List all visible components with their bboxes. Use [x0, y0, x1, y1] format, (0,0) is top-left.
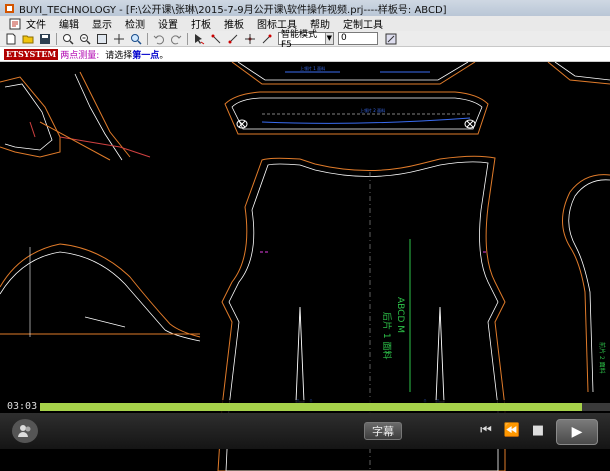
menu-edit[interactable]: 编辑	[59, 16, 79, 31]
menu-settings[interactable]: 设置	[158, 16, 178, 31]
chevron-down-icon[interactable]: ▼	[324, 33, 333, 44]
et-logo: ETSYSTEM	[4, 48, 59, 60]
measure-tool-icon[interactable]	[384, 32, 397, 45]
select-arrow-icon[interactable]	[192, 32, 205, 45]
pan-icon[interactable]	[112, 32, 125, 45]
prompt-emphasis: 第一点	[132, 50, 160, 61]
status-bar: ETSYSTEM 两点测量: 请选择 第一点 。	[0, 47, 610, 62]
prompt-text: 请选择	[105, 50, 133, 61]
menu-check[interactable]: 检测	[125, 16, 145, 31]
player-controls: 字幕 ⏮ ⏪ ■ ▶	[0, 413, 610, 449]
point-grade-icon[interactable]	[260, 32, 273, 45]
prompt-label: 两点测量:	[60, 50, 100, 61]
window-title: BUYI_TECHNOLOGY - [F:\公开课\张琳\2015-7-9月公开…	[19, 4, 447, 16]
toolbar-separator	[56, 32, 57, 45]
subtitle-button[interactable]: 字幕	[364, 422, 402, 440]
top-label-2: 上领片 2 面料	[360, 107, 385, 113]
app-icon	[5, 3, 14, 13]
top-collar-piece-2: 上领片 2 面料	[224, 91, 489, 135]
toolbar-separator	[147, 32, 148, 45]
left-lower-piece	[0, 243, 201, 342]
title-bar: BUYI_TECHNOLOGY - [F:\公开课\张琳\2015-7-9月公开…	[0, 0, 610, 16]
piece-label-1: ABCD M	[395, 297, 405, 333]
mode-select[interactable]: 智能模式F5 ▼	[278, 30, 334, 50]
zoom-region-icon[interactable]	[129, 32, 142, 45]
progress-fill	[40, 402, 582, 411]
point-adjust-icon[interactable]	[226, 32, 239, 45]
menu-grading[interactable]: 推板	[224, 16, 244, 31]
right-body-piece: 前片 2 面料	[547, 62, 610, 393]
users-icon[interactable]	[12, 419, 38, 443]
undo-icon[interactable]	[152, 32, 165, 45]
toolbar: 智能模式F5 ▼ 0	[0, 30, 610, 50]
play-button[interactable]: ▶	[556, 419, 598, 445]
rewind-icon[interactable]: ⏪	[502, 422, 522, 440]
piece-label-2: 后片 1 面料	[381, 312, 393, 359]
zoom-out-icon[interactable]	[78, 32, 91, 45]
number-input[interactable]: 0	[338, 32, 378, 45]
open-folder-icon[interactable]	[21, 32, 34, 45]
top-label-1: 上领片 1 面料	[300, 65, 325, 71]
point-move-icon[interactable]	[243, 32, 256, 45]
menu-view[interactable]: 显示	[92, 16, 112, 31]
playback-time: 03:03	[7, 401, 38, 412]
progress-track[interactable]	[40, 402, 610, 411]
toolbar-separator	[187, 32, 188, 45]
menu-pattern[interactable]: 打板	[191, 16, 211, 31]
piece-label-right: 前片 2 面料	[598, 342, 606, 374]
redo-icon[interactable]	[169, 32, 182, 45]
stop-icon[interactable]: ■	[528, 422, 548, 440]
left-upper-piece	[0, 71, 151, 161]
save-icon[interactable]	[38, 32, 51, 45]
menu-custom-tools[interactable]: 定制工具	[343, 16, 383, 31]
menu-file[interactable]: 文件	[26, 16, 46, 31]
document-icon[interactable]	[9, 18, 21, 30]
zoom-in-icon[interactable]	[61, 32, 74, 45]
video-progress-row: 03:03	[0, 400, 610, 413]
fit-window-icon[interactable]	[95, 32, 108, 45]
prompt-end: 。	[159, 50, 169, 61]
top-collar-piece-1: 上领片 1 面料	[231, 62, 476, 85]
point-tool-icon[interactable]	[209, 32, 222, 45]
skip-back-icon[interactable]: ⏮	[476, 422, 496, 440]
new-file-icon[interactable]	[4, 32, 17, 45]
